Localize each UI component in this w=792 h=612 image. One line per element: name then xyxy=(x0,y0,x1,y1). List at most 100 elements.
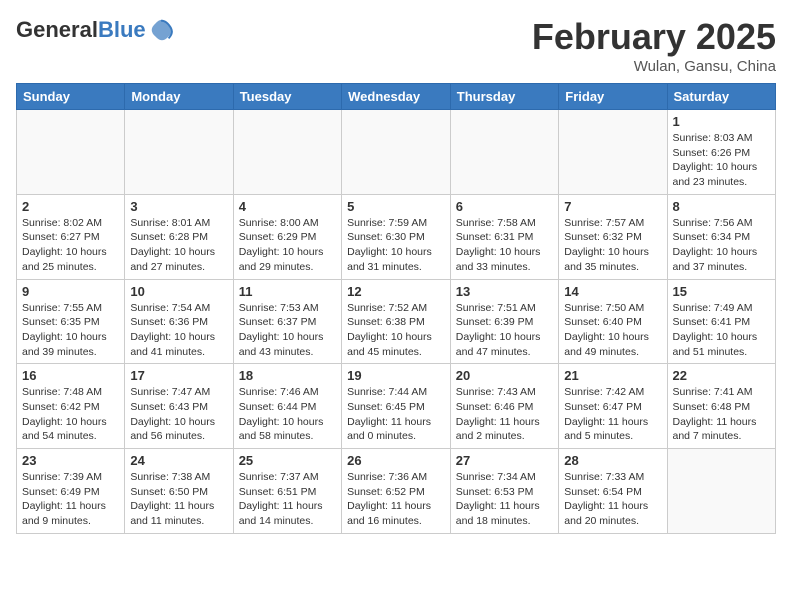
calendar-cell: 28 Sunrise: 7:33 AM Sunset: 6:54 PM Dayli… xyxy=(559,449,667,534)
logo-general-text: General xyxy=(16,17,98,42)
day-info: Sunrise: 7:55 AM Sunset: 6:35 PM Dayligh… xyxy=(22,301,119,360)
day-number: 9 xyxy=(22,284,119,299)
day-number: 5 xyxy=(347,199,445,214)
day-info: Sunrise: 8:01 AM Sunset: 6:28 PM Dayligh… xyxy=(130,216,227,275)
day-info: Sunrise: 7:34 AM Sunset: 6:53 PM Dayligh… xyxy=(456,470,553,529)
day-info: Sunrise: 7:42 AM Sunset: 6:47 PM Dayligh… xyxy=(564,385,661,444)
day-info: Sunrise: 7:36 AM Sunset: 6:52 PM Dayligh… xyxy=(347,470,445,529)
day-number: 7 xyxy=(564,199,661,214)
calendar-cell: 22Sunrise: 7:41 AM Sunset: 6:48 PM Dayli… xyxy=(667,364,776,449)
logo: GeneralBlue xyxy=(16,16,176,44)
calendar-cell: 21 Sunrise: 7:42 AM Sunset: 6:47 PM Dayli… xyxy=(559,364,667,449)
col-header-saturday: Saturday xyxy=(667,84,776,110)
calendar-cell xyxy=(667,449,776,534)
calendar-cell: 19Sunrise: 7:44 AM Sunset: 6:45 PM Dayli… xyxy=(342,364,451,449)
day-info: Sunrise: 7:46 AM Sunset: 6:44 PM Dayligh… xyxy=(239,385,336,444)
day-number: 8 xyxy=(673,199,771,214)
day-info: Sunrise: 7:53 AM Sunset: 6:37 PM Dayligh… xyxy=(239,301,336,360)
day-number: 23 xyxy=(22,453,119,468)
calendar-cell: 24 Sunrise: 7:38 AM Sunset: 6:50 PM Dayli… xyxy=(125,449,233,534)
calendar-table: SundayMondayTuesdayWednesdayThursdayFrid… xyxy=(16,83,776,534)
logo-blue-text: Blue xyxy=(98,17,146,42)
calendar-cell: 9 Sunrise: 7:55 AM Sunset: 6:35 PM Daylig… xyxy=(17,279,125,364)
day-info: Sunrise: 7:37 AM Sunset: 6:51 PM Dayligh… xyxy=(239,470,336,529)
calendar-week-2: 2 Sunrise: 8:02 AM Sunset: 6:27 PM Daylig… xyxy=(17,194,776,279)
day-info: Sunrise: 7:59 AM Sunset: 6:30 PM Dayligh… xyxy=(347,216,445,275)
day-info: Sunrise: 7:54 AM Sunset: 6:36 PM Dayligh… xyxy=(130,301,227,360)
calendar-cell: 20 Sunrise: 7:43 AM Sunset: 6:46 PM Dayli… xyxy=(450,364,558,449)
logo-icon xyxy=(148,16,176,44)
calendar-cell: 17 Sunrise: 7:47 AM Sunset: 6:43 PM Dayli… xyxy=(125,364,233,449)
day-number: 21 xyxy=(564,368,661,383)
calendar-cell xyxy=(125,110,233,195)
calendar-cell: 6Sunrise: 7:58 AM Sunset: 6:31 PM Daylig… xyxy=(450,194,558,279)
calendar-cell: 12Sunrise: 7:52 AM Sunset: 6:38 PM Dayli… xyxy=(342,279,451,364)
col-header-tuesday: Tuesday xyxy=(233,84,341,110)
calendar-cell: 1 Sunrise: 8:03 AM Sunset: 6:26 PM Daylig… xyxy=(667,110,776,195)
calendar-cell xyxy=(342,110,451,195)
calendar-cell: 18Sunrise: 7:46 AM Sunset: 6:44 PM Dayli… xyxy=(233,364,341,449)
calendar-cell: 5 Sunrise: 7:59 AM Sunset: 6:30 PM Daylig… xyxy=(342,194,451,279)
day-number: 16 xyxy=(22,368,119,383)
calendar-week-3: 9 Sunrise: 7:55 AM Sunset: 6:35 PM Daylig… xyxy=(17,279,776,364)
calendar-cell xyxy=(233,110,341,195)
day-number: 15 xyxy=(673,284,771,299)
calendar-cell: 15 Sunrise: 7:49 AM Sunset: 6:41 PM Dayli… xyxy=(667,279,776,364)
calendar-cell: 27 Sunrise: 7:34 AM Sunset: 6:53 PM Dayli… xyxy=(450,449,558,534)
day-info: Sunrise: 7:48 AM Sunset: 6:42 PM Dayligh… xyxy=(22,385,119,444)
day-number: 24 xyxy=(130,453,227,468)
calendar-cell xyxy=(559,110,667,195)
day-info: Sunrise: 7:51 AM Sunset: 6:39 PM Dayligh… xyxy=(456,301,553,360)
day-number: 1 xyxy=(673,114,771,129)
day-info: Sunrise: 7:49 AM Sunset: 6:41 PM Dayligh… xyxy=(673,301,771,360)
day-number: 20 xyxy=(456,368,553,383)
day-info: Sunrise: 7:43 AM Sunset: 6:46 PM Dayligh… xyxy=(456,385,553,444)
day-info: Sunrise: 7:38 AM Sunset: 6:50 PM Dayligh… xyxy=(130,470,227,529)
day-number: 11 xyxy=(239,284,336,299)
calendar-week-4: 16 Sunrise: 7:48 AM Sunset: 6:42 PM Dayli… xyxy=(17,364,776,449)
day-info: Sunrise: 7:33 AM Sunset: 6:54 PM Dayligh… xyxy=(564,470,661,529)
month-title: February 2025 xyxy=(532,16,776,58)
day-info: Sunrise: 7:47 AM Sunset: 6:43 PM Dayligh… xyxy=(130,385,227,444)
calendar-week-1: 1 Sunrise: 8:03 AM Sunset: 6:26 PM Daylig… xyxy=(17,110,776,195)
calendar-week-5: 23 Sunrise: 7:39 AM Sunset: 6:49 PM Dayli… xyxy=(17,449,776,534)
day-info: Sunrise: 7:44 AM Sunset: 6:45 PM Dayligh… xyxy=(347,385,445,444)
day-number: 26 xyxy=(347,453,445,468)
day-number: 28 xyxy=(564,453,661,468)
calendar-cell: 8 Sunrise: 7:56 AM Sunset: 6:34 PM Daylig… xyxy=(667,194,776,279)
day-info: Sunrise: 8:00 AM Sunset: 6:29 PM Dayligh… xyxy=(239,216,336,275)
calendar-cell xyxy=(450,110,558,195)
col-header-sunday: Sunday xyxy=(17,84,125,110)
day-number: 27 xyxy=(456,453,553,468)
calendar-cell: 14Sunrise: 7:50 AM Sunset: 6:40 PM Dayli… xyxy=(559,279,667,364)
day-info: Sunrise: 7:56 AM Sunset: 6:34 PM Dayligh… xyxy=(673,216,771,275)
col-header-monday: Monday xyxy=(125,84,233,110)
col-header-thursday: Thursday xyxy=(450,84,558,110)
day-number: 25 xyxy=(239,453,336,468)
day-info: Sunrise: 7:50 AM Sunset: 6:40 PM Dayligh… xyxy=(564,301,661,360)
day-info: Sunrise: 7:57 AM Sunset: 6:32 PM Dayligh… xyxy=(564,216,661,275)
day-number: 6 xyxy=(456,199,553,214)
day-number: 3 xyxy=(130,199,227,214)
calendar-cell: 7 Sunrise: 7:57 AM Sunset: 6:32 PM Daylig… xyxy=(559,194,667,279)
calendar-cell: 3 Sunrise: 8:01 AM Sunset: 6:28 PM Daylig… xyxy=(125,194,233,279)
day-number: 22 xyxy=(673,368,771,383)
title-block: February 2025 Wulan, Gansu, China xyxy=(532,16,776,75)
calendar-cell: 10 Sunrise: 7:54 AM Sunset: 6:36 PM Dayli… xyxy=(125,279,233,364)
day-info: Sunrise: 8:02 AM Sunset: 6:27 PM Dayligh… xyxy=(22,216,119,275)
calendar-cell: 4 Sunrise: 8:00 AM Sunset: 6:29 PM Daylig… xyxy=(233,194,341,279)
calendar-cell: 11 Sunrise: 7:53 AM Sunset: 6:37 PM Dayli… xyxy=(233,279,341,364)
day-number: 13 xyxy=(456,284,553,299)
day-number: 10 xyxy=(130,284,227,299)
calendar-cell: 13 Sunrise: 7:51 AM Sunset: 6:39 PM Dayli… xyxy=(450,279,558,364)
calendar-cell xyxy=(17,110,125,195)
day-info: Sunrise: 8:03 AM Sunset: 6:26 PM Dayligh… xyxy=(673,131,771,190)
day-number: 2 xyxy=(22,199,119,214)
calendar-cell: 26 Sunrise: 7:36 AM Sunset: 6:52 PM Dayli… xyxy=(342,449,451,534)
day-number: 4 xyxy=(239,199,336,214)
day-info: Sunrise: 7:39 AM Sunset: 6:49 PM Dayligh… xyxy=(22,470,119,529)
location: Wulan, Gansu, China xyxy=(532,58,776,75)
day-number: 17 xyxy=(130,368,227,383)
col-header-friday: Friday xyxy=(559,84,667,110)
day-info: Sunrise: 7:52 AM Sunset: 6:38 PM Dayligh… xyxy=(347,301,445,360)
